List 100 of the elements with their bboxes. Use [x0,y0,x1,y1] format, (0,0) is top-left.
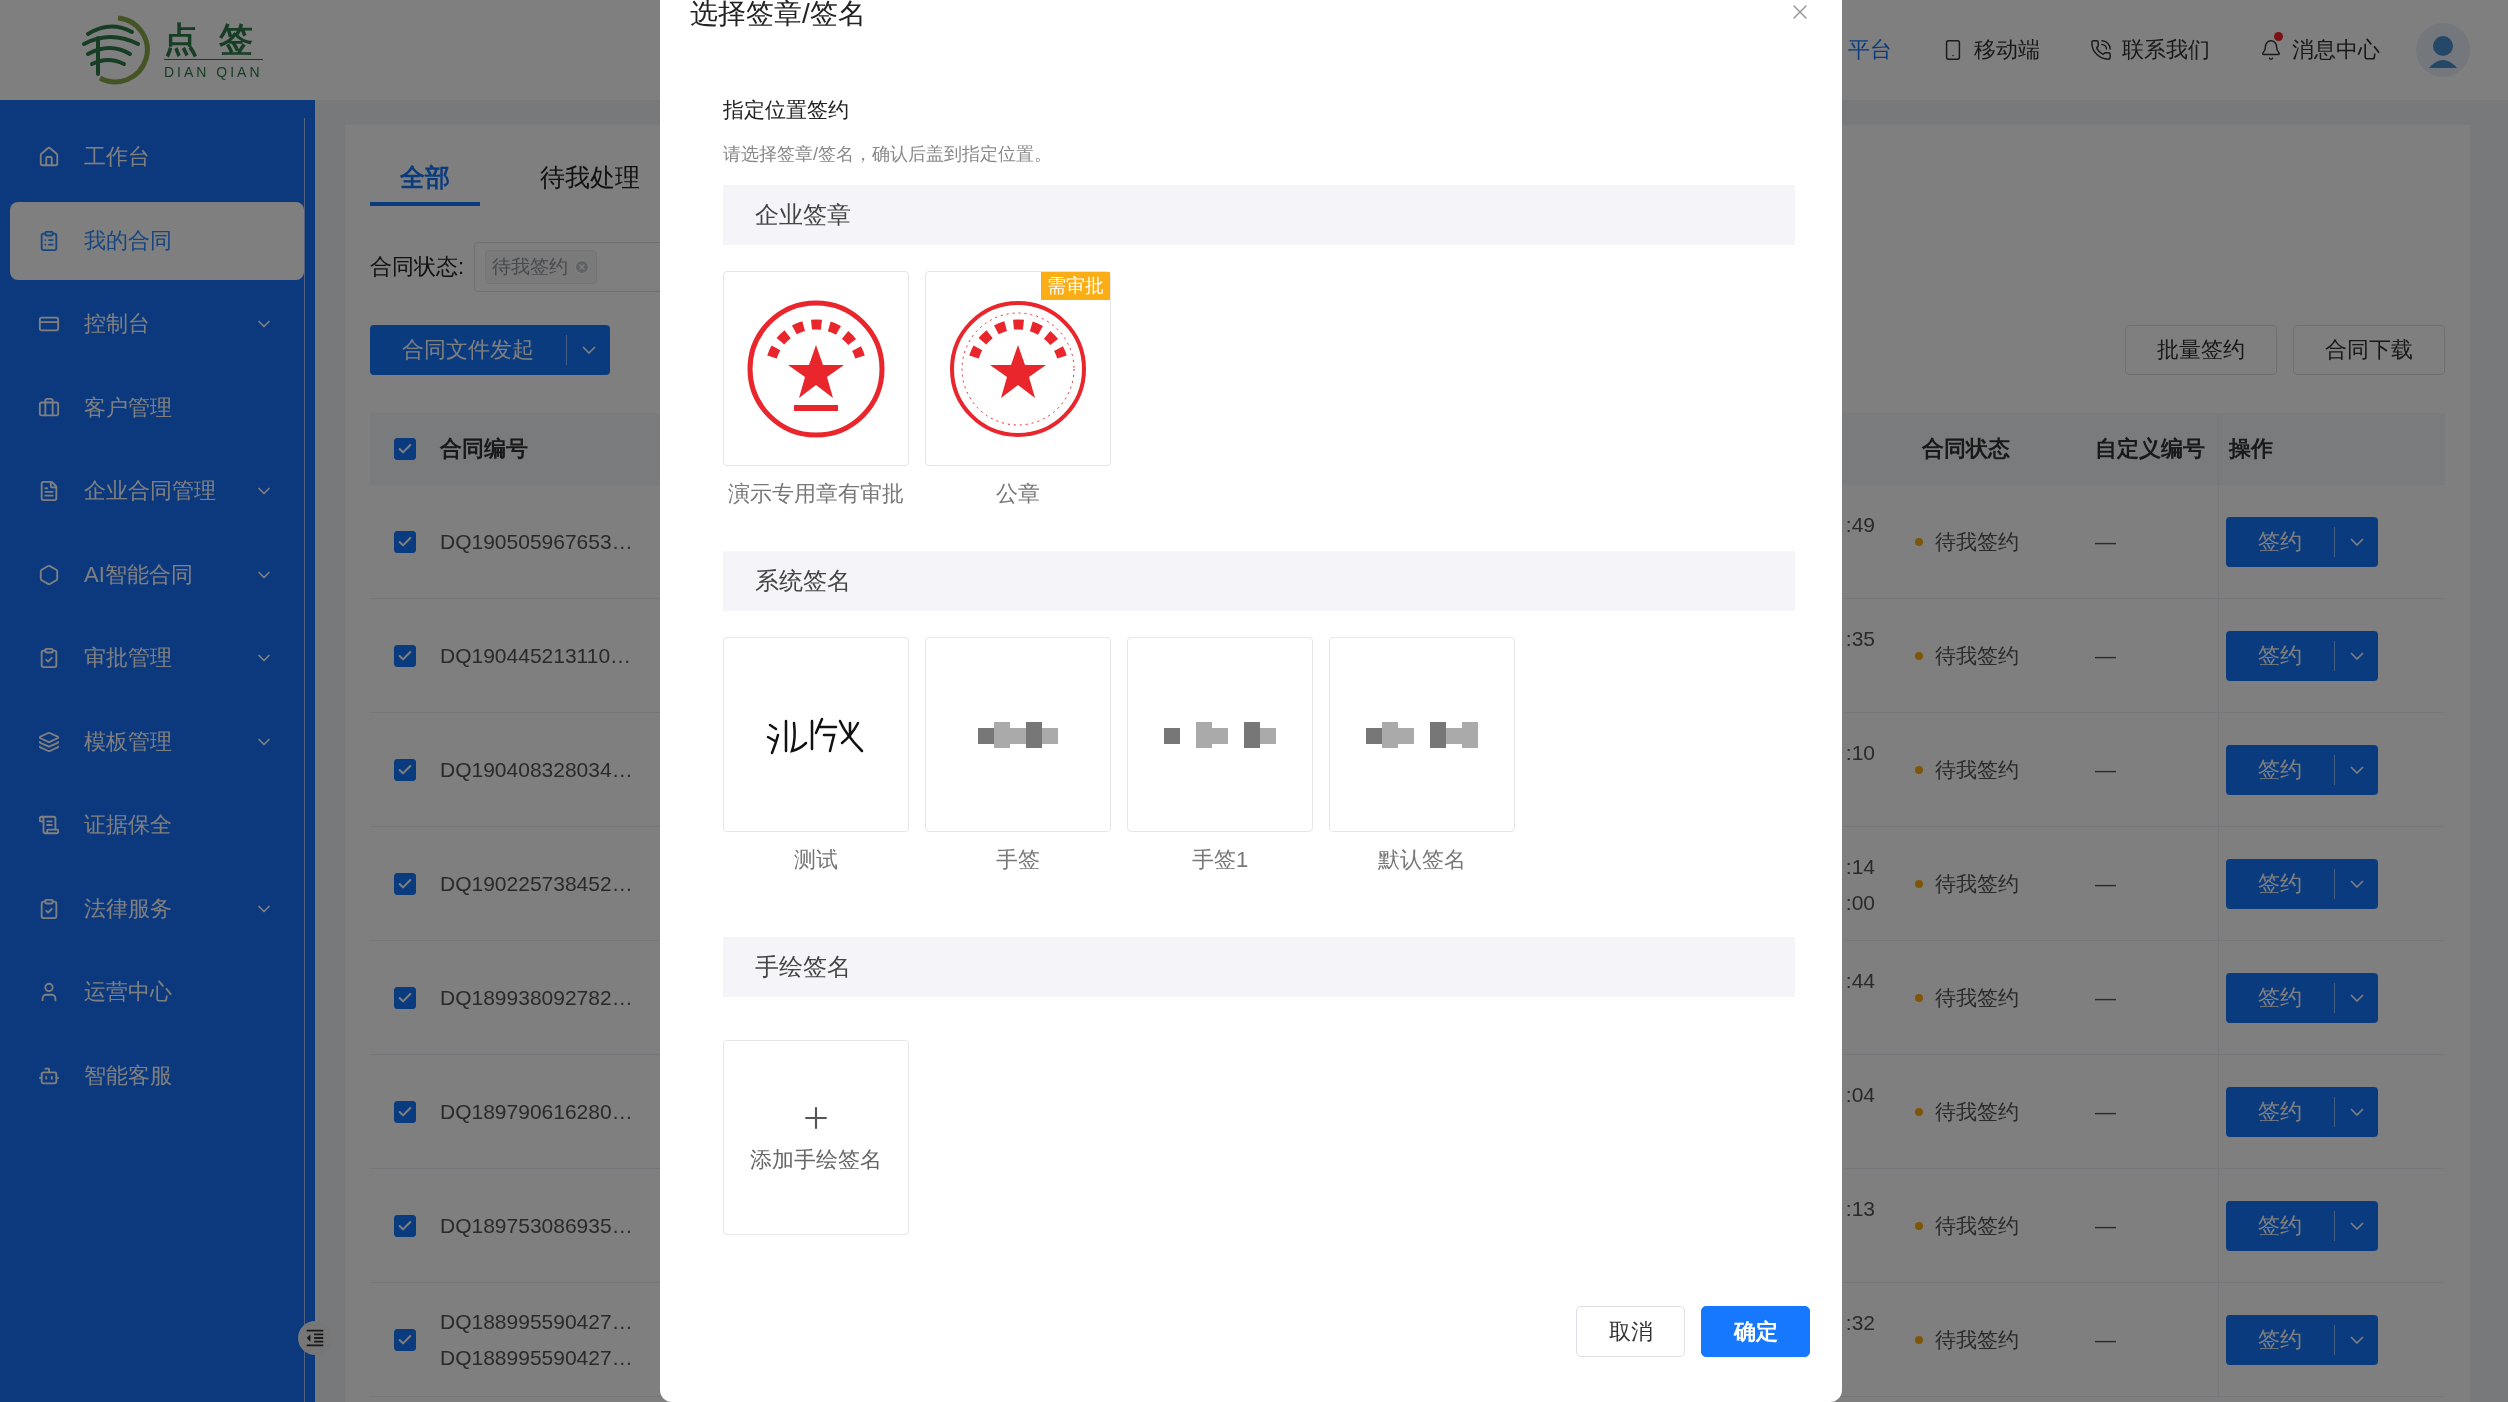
row-checkbox[interactable] [394,530,416,553]
nav-link[interactable]: 消息中心 [2260,35,2380,65]
collapse-icon [304,1327,326,1349]
stamp-option[interactable]: 需审批 [925,271,1111,466]
custom-number: — [2095,1326,2116,1353]
sidebar-item[interactable]: 审批管理 [10,619,304,697]
confirm-button[interactable]: 确定 [1701,1306,1810,1357]
option-label: 测试 [794,846,838,874]
sidebar-item[interactable]: 证据保全 [10,786,304,864]
add-signature-button[interactable]: 添加手绘签名 [723,1040,909,1235]
sign-button[interactable]: 签约 [2226,744,2378,795]
time-text: :04 [1845,1082,1875,1108]
contract-number: DQ190408328034… [440,756,633,783]
sidebar-item[interactable]: 企业合同管理 [10,452,304,530]
sign-button[interactable]: 签约 [2226,1086,2378,1137]
signature-option[interactable] [925,637,1111,832]
sign-button[interactable]: 签约 [2226,972,2378,1023]
dialog-heading: 指定位置签约 [723,97,850,123]
phone-icon [2090,39,2112,61]
status-text: 待我签约 [1915,979,2019,1016]
select-all-checkbox[interactable] [394,438,416,460]
hexagon-icon [38,563,60,586]
caret-icon [2349,537,2364,546]
section-header: 企业签章 [723,185,1795,245]
logo-subtitle: DIAN QIAN [164,59,263,81]
sidebar-item[interactable]: 控制台 [10,285,304,363]
column-header: 操作 [2229,435,2273,463]
contract-number: DQ190505967653… [440,528,633,555]
time-text: :44 [1845,968,1875,994]
tab[interactable]: 全部 [370,150,480,206]
row-checkbox[interactable] [394,758,416,781]
sidebar-item[interactable]: 客户管理 [10,368,304,447]
toolbar-button[interactable]: 批量签约 [2125,325,2277,375]
time-text: :14 [1845,854,1875,880]
caret-icon [2349,1335,2364,1344]
home-icon [38,146,60,168]
nav-link[interactable]: 联系我们 [2090,35,2210,65]
row-checkbox[interactable] [394,1328,416,1351]
nav-link[interactable]: 移动端 [1942,35,2040,65]
sidebar-item[interactable]: 模板管理 [10,702,304,781]
custom-number: — [2095,1212,2116,1239]
sign-button[interactable]: 签约 [2226,858,2378,909]
contract-number: DQ188995590427… [440,1344,633,1371]
caret-icon [2349,1221,2364,1230]
row-checkbox[interactable] [394,986,416,1009]
caret-icon [2349,879,2364,888]
signature-option[interactable] [723,637,909,832]
cancel-button[interactable]: 取消 [1576,1306,1685,1357]
option-label: 演示专用章有审批 [728,480,904,508]
filter-label: 合同状态: [370,253,465,281]
contract-number: DQ190445213110… [440,642,632,669]
signature-option[interactable] [1329,637,1515,832]
caret-icon [2349,765,2364,774]
status-text: 待我签约 [1915,751,2019,788]
custom-number: — [2095,984,2116,1011]
custom-number: — [2095,756,2116,783]
status-text: 待我签约 [1915,1321,2019,1358]
sign-button[interactable]: 签约 [2226,516,2378,567]
sidebar-item[interactable]: 运营中心 [10,953,304,1031]
sidebar-item[interactable]: 我的合同 [10,201,304,280]
sign-button[interactable]: 签约 [2226,1314,2378,1365]
create-contract-button[interactable]: 合同文件发起 [370,325,610,375]
time-text: :49 [1845,512,1875,538]
row-checkbox[interactable] [394,872,416,895]
layers-icon [38,730,60,753]
caret-icon [2349,993,2364,1002]
sidebar-item[interactable]: 工作台 [10,118,304,196]
option-label: 默认签名 [1378,846,1466,874]
option-label: 手签1 [1191,846,1249,874]
row-checkbox[interactable] [394,1100,416,1123]
clear-icon[interactable] [574,259,591,275]
nav-link[interactable]: 平台 [1848,35,1892,65]
dialog-title: 选择签章/签名 [690,0,866,31]
custom-number: — [2095,1098,2116,1125]
clipboard-icon [38,229,60,252]
caret-icon [581,346,596,354]
logo-name: 点 签 [164,19,261,59]
sidebar-item[interactable]: 法律服务 [10,869,304,948]
sidebar-item[interactable]: AI智能合同 [10,535,304,614]
row-checkbox[interactable] [394,644,416,667]
column-header: 合同状态 [1922,435,2010,463]
contract-number: DQ190225738452… [440,870,633,897]
document-icon [38,480,60,502]
stamp-option[interactable] [723,271,909,466]
toolbar-button[interactable]: 合同下载 [2293,325,2445,375]
contract-number: DQ189938092782… [440,984,633,1011]
status-text: 待我签约 [1915,1207,2019,1244]
contract-number: DQ188995590427… [440,1308,633,1335]
time-text: :35 [1845,626,1875,652]
sign-button[interactable]: 签约 [2226,630,2378,681]
time-text: :32 [1845,1310,1875,1336]
signature-option[interactable] [1127,637,1313,832]
sign-button[interactable]: 签约 [2226,1200,2378,1251]
column-header: 合同编号 [440,435,528,463]
time-text: :13 [1845,1196,1875,1222]
custom-number: — [2095,870,2116,897]
contract-number: DQ189753086935… [440,1212,633,1239]
sidebar-item[interactable]: 智能客服 [10,1036,304,1115]
row-checkbox[interactable] [394,1214,416,1237]
status-text: 待我签约 [1915,637,2019,674]
